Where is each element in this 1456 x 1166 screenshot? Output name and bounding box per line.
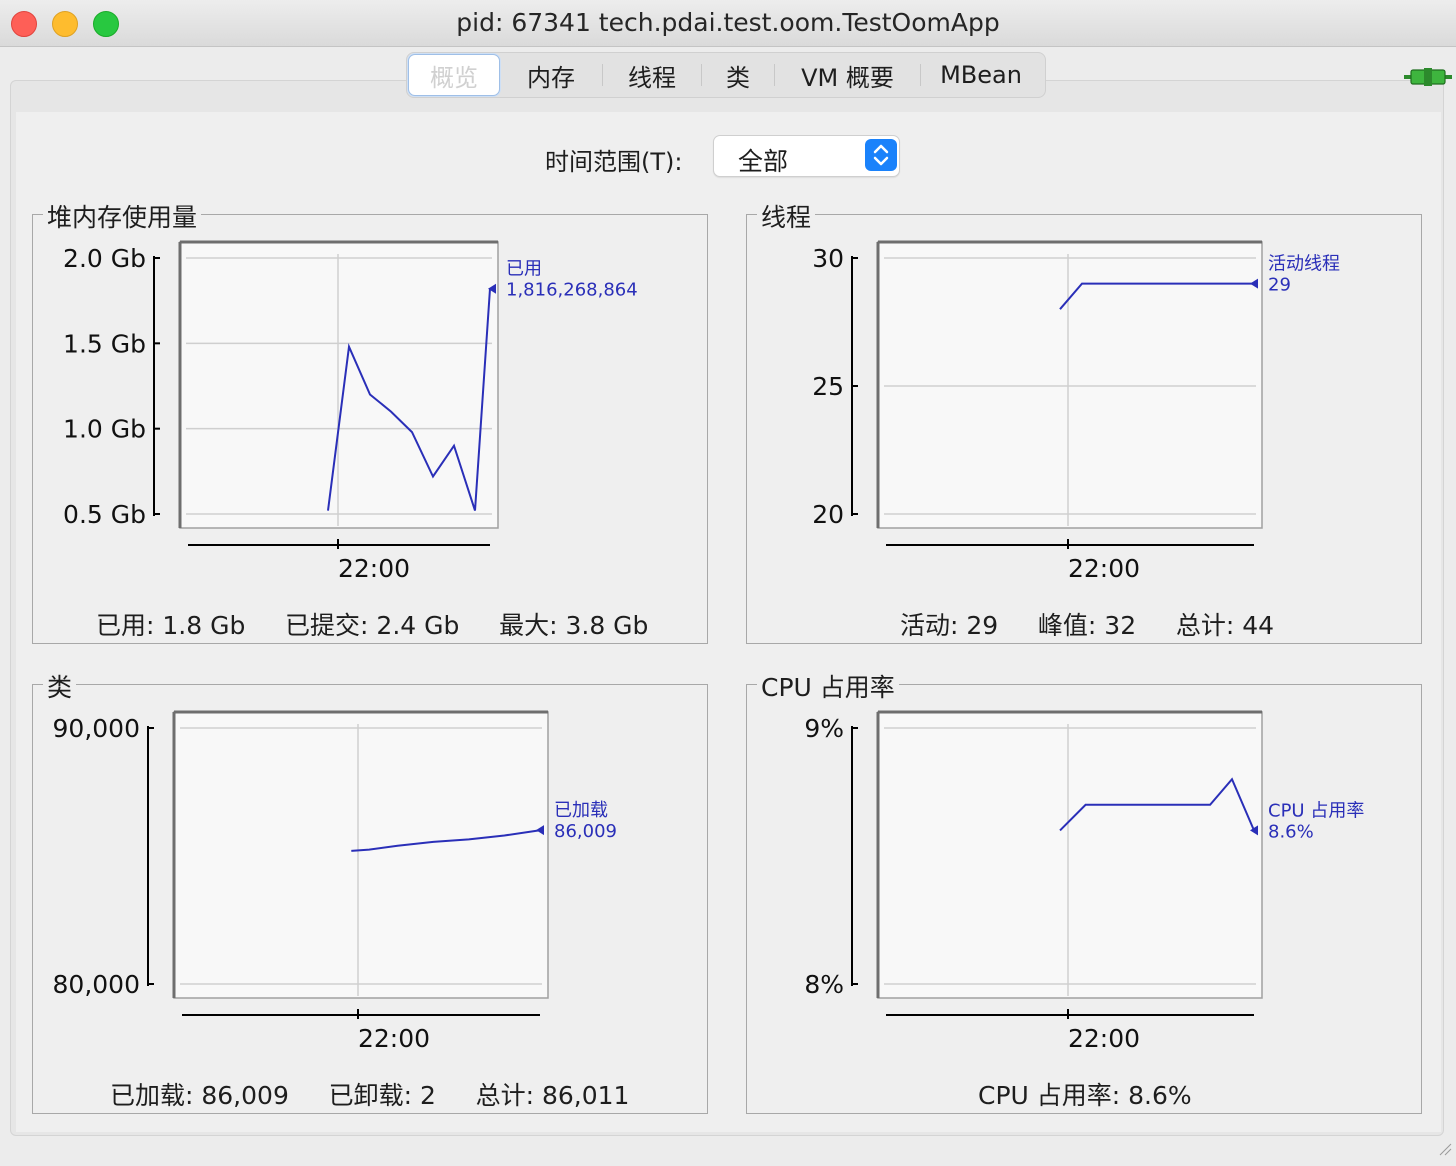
y-axis-tick-label: 2.0 Gb [63, 244, 146, 273]
legend-current-value: 1,816,268,864 [506, 280, 638, 301]
heap-memory-chart: 0.5 Gb 1.0 Gb 1.5 Gb 2.0 Gb 22:00 已用1,816,268… [63, 240, 638, 583]
legend-current-value: 86,009 [554, 821, 617, 842]
classes-chart: 80,000 90,000 22:00 已加载86,009 [53, 710, 617, 1053]
plug-connected-icon[interactable] [1404, 66, 1452, 88]
window-title: pid: 67341 tech.pdai.test.oom.TestOomApp [456, 8, 1000, 37]
x-axis-tick-label: 22:00 [358, 1024, 430, 1053]
tab-overview[interactable]: 概览 [408, 54, 500, 96]
y-axis-tick-label: 90,000 [53, 714, 140, 743]
up-down-chevron-icon [865, 139, 897, 171]
resize-grip-icon[interactable] [1436, 1140, 1452, 1156]
x-axis-tick-label: 22:00 [338, 554, 410, 583]
y-axis-tick-label: 30 [812, 244, 844, 273]
classes-summary: 已加载: 86,009 已卸载: 2 总计: 86,011 [110, 1081, 630, 1110]
y-axis-tick-label: 1.5 Gb [63, 329, 146, 358]
x-axis-tick-label: 22:00 [1068, 554, 1140, 583]
threads-chart: 20 25 30 22:00 活动线程29 [812, 240, 1340, 583]
x-axis-tick-label: 22:00 [1068, 1024, 1140, 1053]
y-axis-tick-label: 1.0 Gb [63, 415, 146, 444]
threads-summary: 活动: 29 峰值: 32 总计: 44 [900, 611, 1275, 640]
plot-area [179, 241, 499, 529]
tab-bar: 概览 内存 线程 类 VM 概要 MBean [406, 52, 1046, 98]
tab-mbean[interactable]: MBean [921, 55, 1041, 95]
y-axis-tick-label: 20 [812, 500, 844, 529]
cpu-usage-chart-title: CPU 占用率 [757, 668, 899, 704]
tab-vm-summary[interactable]: VM 概要 [775, 55, 920, 95]
plot-area [877, 711, 1263, 999]
classes-chart-title: 类 [43, 668, 77, 704]
legend-current-value: 8.6% [1268, 821, 1314, 842]
heap-memory-chart-title: 堆内存使用量 [43, 198, 202, 234]
threads-chart-title: 线程 [757, 198, 816, 234]
time-range-value: 全部 [738, 147, 789, 176]
cpu-usage-summary: CPU 占用率: 8.6% [978, 1081, 1192, 1110]
tab-classes[interactable]: 类 [702, 55, 774, 95]
legend-series-name: 已用 [506, 259, 542, 280]
tab-threads[interactable]: 线程 [603, 55, 701, 95]
legend-series-name: 活动线程 [1268, 254, 1340, 275]
y-axis-tick-label: 80,000 [53, 970, 140, 999]
legend-series-name: 已加载 [554, 800, 608, 821]
time-range-label: 时间范围(T): [545, 148, 683, 176]
cpu-usage-chart: 8% 9% 22:00 CPU 占用率8.6% [804, 710, 1364, 1053]
heap-memory-summary: 已用: 1.8 Gb 已提交: 2.4 Gb 最大: 3.8 Gb [96, 611, 649, 640]
time-range-select[interactable]: 全部 [713, 135, 900, 177]
legend-current-value: 29 [1268, 275, 1291, 296]
y-axis-tick-label: 8% [804, 970, 844, 999]
y-axis-tick-label: 0.5 Gb [63, 500, 146, 529]
tab-memory[interactable]: 内存 [500, 55, 602, 95]
plot-area [877, 241, 1263, 529]
y-axis-tick-label: 25 [812, 372, 844, 401]
legend-series-name: CPU 占用率 [1268, 800, 1364, 821]
plot-area [173, 711, 549, 999]
window-titlebar: pid: 67341 tech.pdai.test.oom.TestOomApp [0, 0, 1456, 47]
y-axis-tick-label: 9% [804, 714, 844, 743]
